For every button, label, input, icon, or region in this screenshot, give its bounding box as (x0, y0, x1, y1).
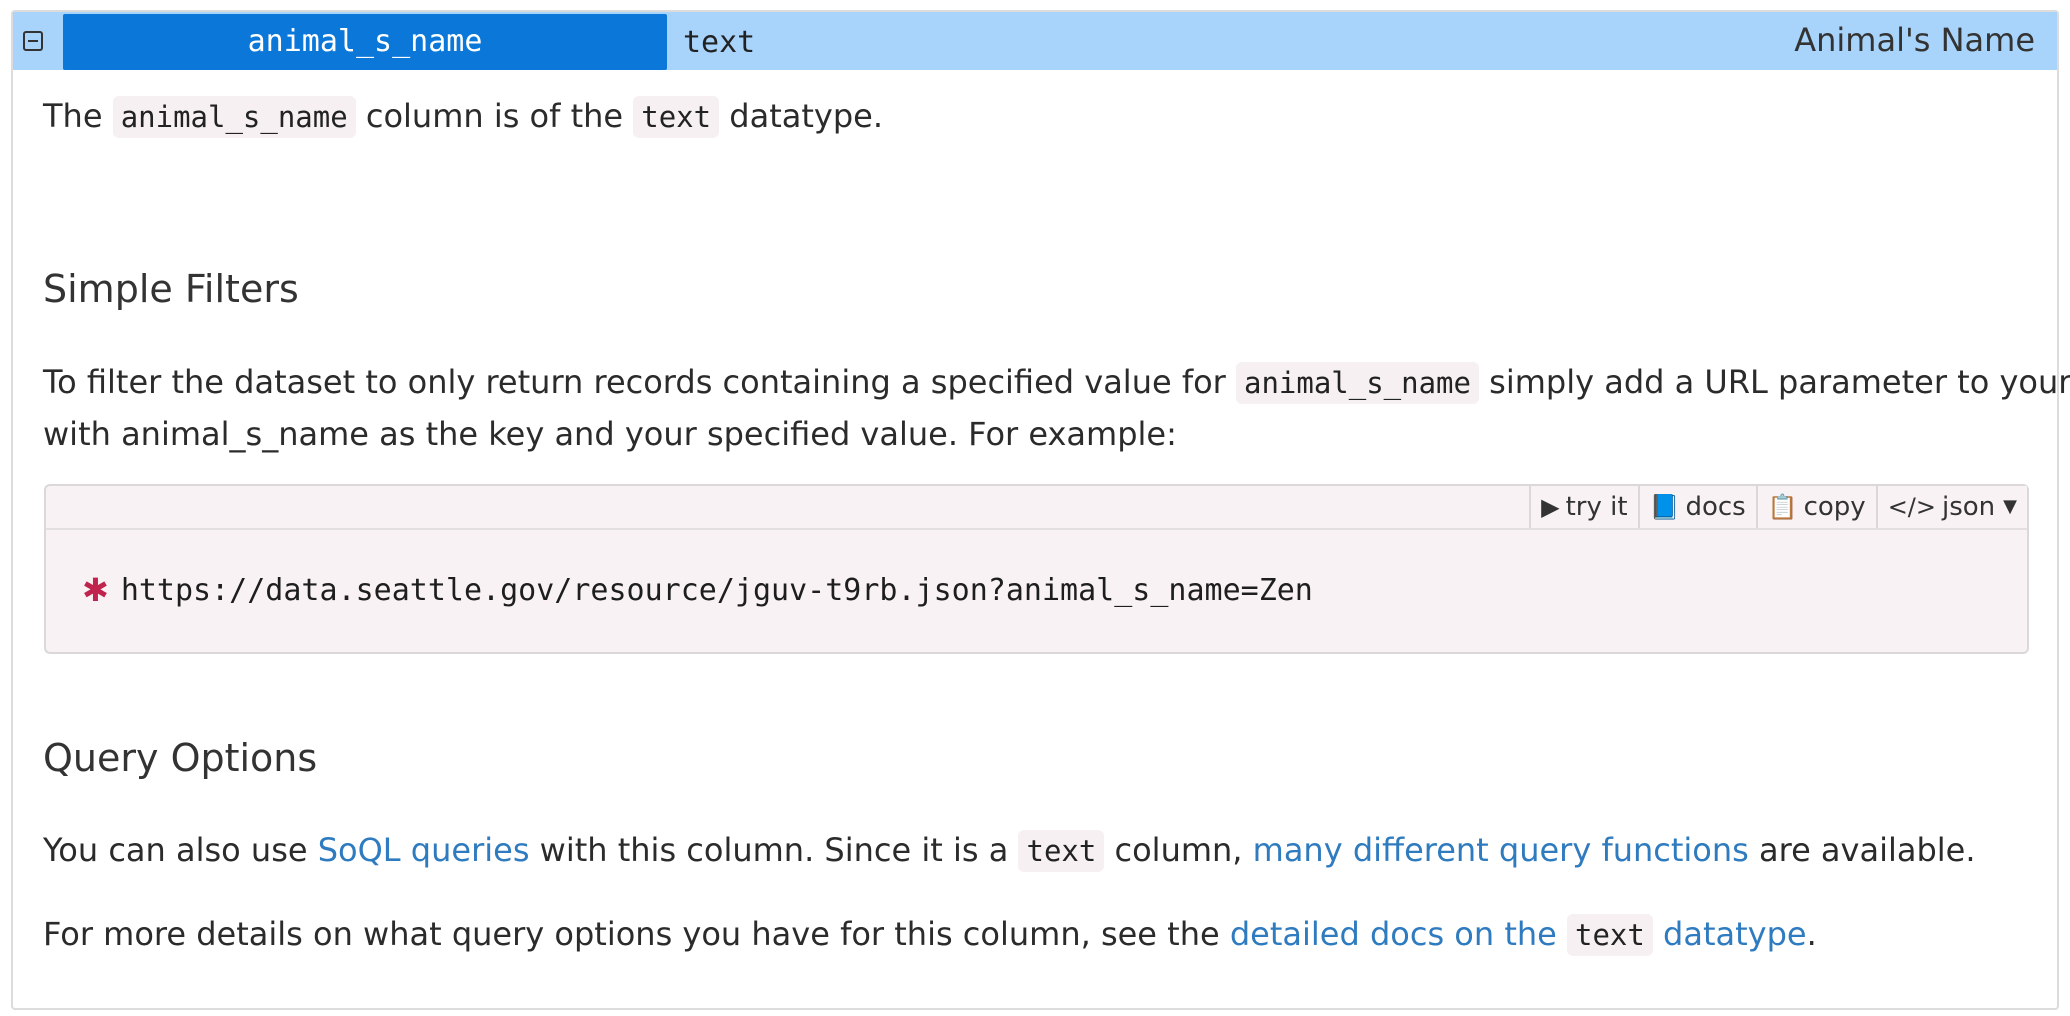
docs-label: docs (1685, 492, 1746, 522)
query-options-heading: Query Options (43, 736, 318, 780)
try-it-button[interactable]: ▶ try it (1529, 486, 1638, 528)
details-text-1: For more details on what query options y… (43, 915, 1230, 953)
copy-button[interactable]: 📋 copy (1755, 486, 1876, 528)
filters-text-2: simply add a URL parameter to your URL (1489, 363, 2070, 401)
soql-queries-link[interactable]: SoQL queries (318, 831, 530, 869)
play-icon: ▶ (1541, 493, 1560, 521)
filters-text-1: To filter the dataset to only return rec… (43, 363, 1236, 401)
code-toolbar: ▶ try it 📘 docs 📋 copy </> json ▼ (46, 486, 2027, 530)
intro-paragraph: The animal_s_name column is of the text … (43, 90, 883, 143)
docs-button[interactable]: 📘 docs (1637, 486, 1756, 528)
caret-down-icon: ▼ (2003, 496, 2017, 517)
datatype-docs-link-text-2: datatype (1652, 915, 1807, 953)
simple-filters-line-2: with animal_s_name as the key and your s… (43, 415, 1177, 453)
example-code-box: ▶ try it 📘 docs 📋 copy </> json ▼ ✱ http… (44, 484, 2029, 654)
intro-code-column: animal_s_name (112, 96, 356, 138)
example-url-line: ✱ https://data.seattle.gov/resource/jguv… (82, 570, 1313, 610)
code-toolbar-buttons: ▶ try it 📘 docs 📋 copy </> json ▼ (1529, 486, 2027, 530)
column-header: animal_s_name text Animal's Name (13, 12, 2057, 70)
intro-code-type: text (633, 96, 720, 138)
clipboard-icon: 📋 (1767, 493, 1798, 521)
try-it-label: try it (1565, 492, 1628, 522)
code-icon: </> (1887, 493, 1936, 521)
query-text-2: with this column. Since it is a (529, 831, 1019, 869)
intro-text-3: datatype. (719, 97, 883, 135)
datatype-docs-link-text-1: detailed docs on the (1229, 915, 1567, 953)
datatype-docs-link[interactable]: detailed docs on the text datatype (1229, 914, 1807, 956)
minus-square-icon[interactable] (23, 31, 43, 51)
datatype-docs-code: text (1567, 914, 1653, 956)
column-label: Animal's Name (1794, 21, 2035, 59)
gear-icon: ✱ (82, 571, 109, 609)
book-icon: 📘 (1649, 493, 1680, 521)
json-label: json (1942, 492, 1996, 522)
query-text-4: are available. (1748, 831, 1976, 869)
query-functions-link[interactable]: many different query functions (1253, 831, 1749, 869)
column-name-badge[interactable]: animal_s_name (63, 14, 667, 70)
intro-text-1: The (43, 97, 113, 135)
json-format-dropdown[interactable]: </> json ▼ (1875, 486, 2027, 528)
details-text-end: . (1806, 915, 1817, 953)
copy-label: copy (1803, 492, 1866, 522)
filters-code-column: animal_s_name (1236, 362, 1479, 404)
query-text-3: column, (1104, 831, 1253, 869)
query-code-type: text (1018, 830, 1105, 872)
example-url[interactable]: https://data.seattle.gov/resource/jguv-t… (121, 573, 1313, 608)
column-type: text (683, 25, 756, 60)
intro-text-2: column is of the (355, 97, 634, 135)
query-options-line-2: For more details on what query options y… (43, 908, 1817, 961)
simple-filters-line-1: To filter the dataset to only return rec… (43, 356, 2070, 409)
query-text-1: You can also use (43, 831, 318, 869)
query-options-line-1: You can also use SoQL queries with this … (43, 824, 1976, 877)
simple-filters-heading: Simple Filters (43, 267, 299, 311)
column-panel: animal_s_name text Animal's Name The ani… (11, 10, 2070, 1010)
